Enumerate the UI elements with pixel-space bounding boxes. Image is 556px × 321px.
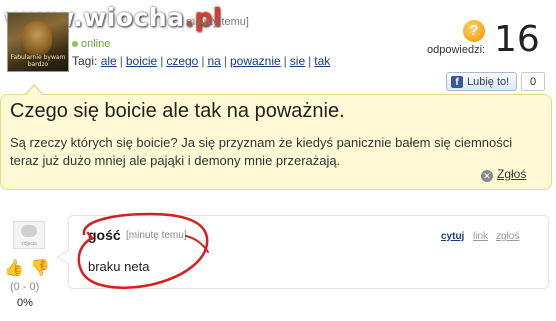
permalink-link[interactable]: link	[473, 231, 488, 242]
tag-link[interactable]: tak	[314, 54, 330, 68]
thumbs-down-icon[interactable]: 👎	[30, 258, 50, 278]
answer-time: [minutę temu]	[126, 230, 187, 241]
online-status: online	[72, 38, 110, 50]
answer-box	[68, 215, 549, 289]
online-label: online	[81, 38, 111, 50]
answer-avatar-caption: zdjęcia	[21, 241, 37, 247]
tag-link[interactable]: boicie	[126, 54, 157, 68]
thumbs-up-icon[interactable]: 👍	[4, 258, 24, 278]
answers-count: 16	[494, 19, 540, 60]
like-label: Lubię to!	[467, 76, 510, 88]
like-count: 0	[521, 72, 545, 91]
report-answer-link[interactable]: zgłoś	[496, 231, 519, 242]
question-mark-icon: ?	[463, 20, 485, 42]
tag-link[interactable]: ale	[101, 54, 117, 68]
answer-text: braku neta	[88, 259, 150, 274]
vote-count: (0 - 0)	[10, 281, 40, 293]
facebook-like-button[interactable]: f Lubię to!	[446, 72, 517, 91]
facebook-icon: f	[451, 76, 463, 88]
cite-link[interactable]: cytuj	[441, 231, 464, 242]
tag-link[interactable]: na	[207, 54, 220, 68]
question-title: Czego się boicie ale tak na poważnie.	[10, 100, 345, 122]
avatar-photo	[22, 21, 52, 55]
tags-row: Tagi: ale | boicie | czego | na | powaznie | sie | t…	[72, 54, 331, 68]
answer-author[interactable]: gość	[88, 227, 121, 243]
answer-avatar[interactable]: zdjęcia	[13, 221, 45, 249]
report-label: Zgłoś	[497, 167, 527, 181]
avatar-caption: Fabularnie bywam bardzo	[10, 54, 66, 68]
author-avatar[interactable]: Fabularnie bywam bardzo	[7, 12, 69, 72]
vote-percent: 0%	[17, 297, 33, 309]
answers-label: odpowiedzi:	[427, 44, 486, 56]
tags-label: Tagi:	[72, 54, 98, 68]
online-dot-icon	[72, 41, 78, 48]
tag-link[interactable]: powaznie	[230, 54, 281, 68]
default-avatar-icon	[21, 225, 37, 237]
question-time: minuty temu]	[186, 16, 249, 28]
report-question-button[interactable]: ✕ Zgłoś	[481, 167, 526, 182]
question-body: Są rzeczy których się boicie? Ja się prz…	[10, 135, 513, 168]
close-icon: ✕	[481, 170, 493, 182]
tag-link[interactable]: czego	[166, 54, 198, 68]
tag-link[interactable]: sie	[290, 54, 305, 68]
